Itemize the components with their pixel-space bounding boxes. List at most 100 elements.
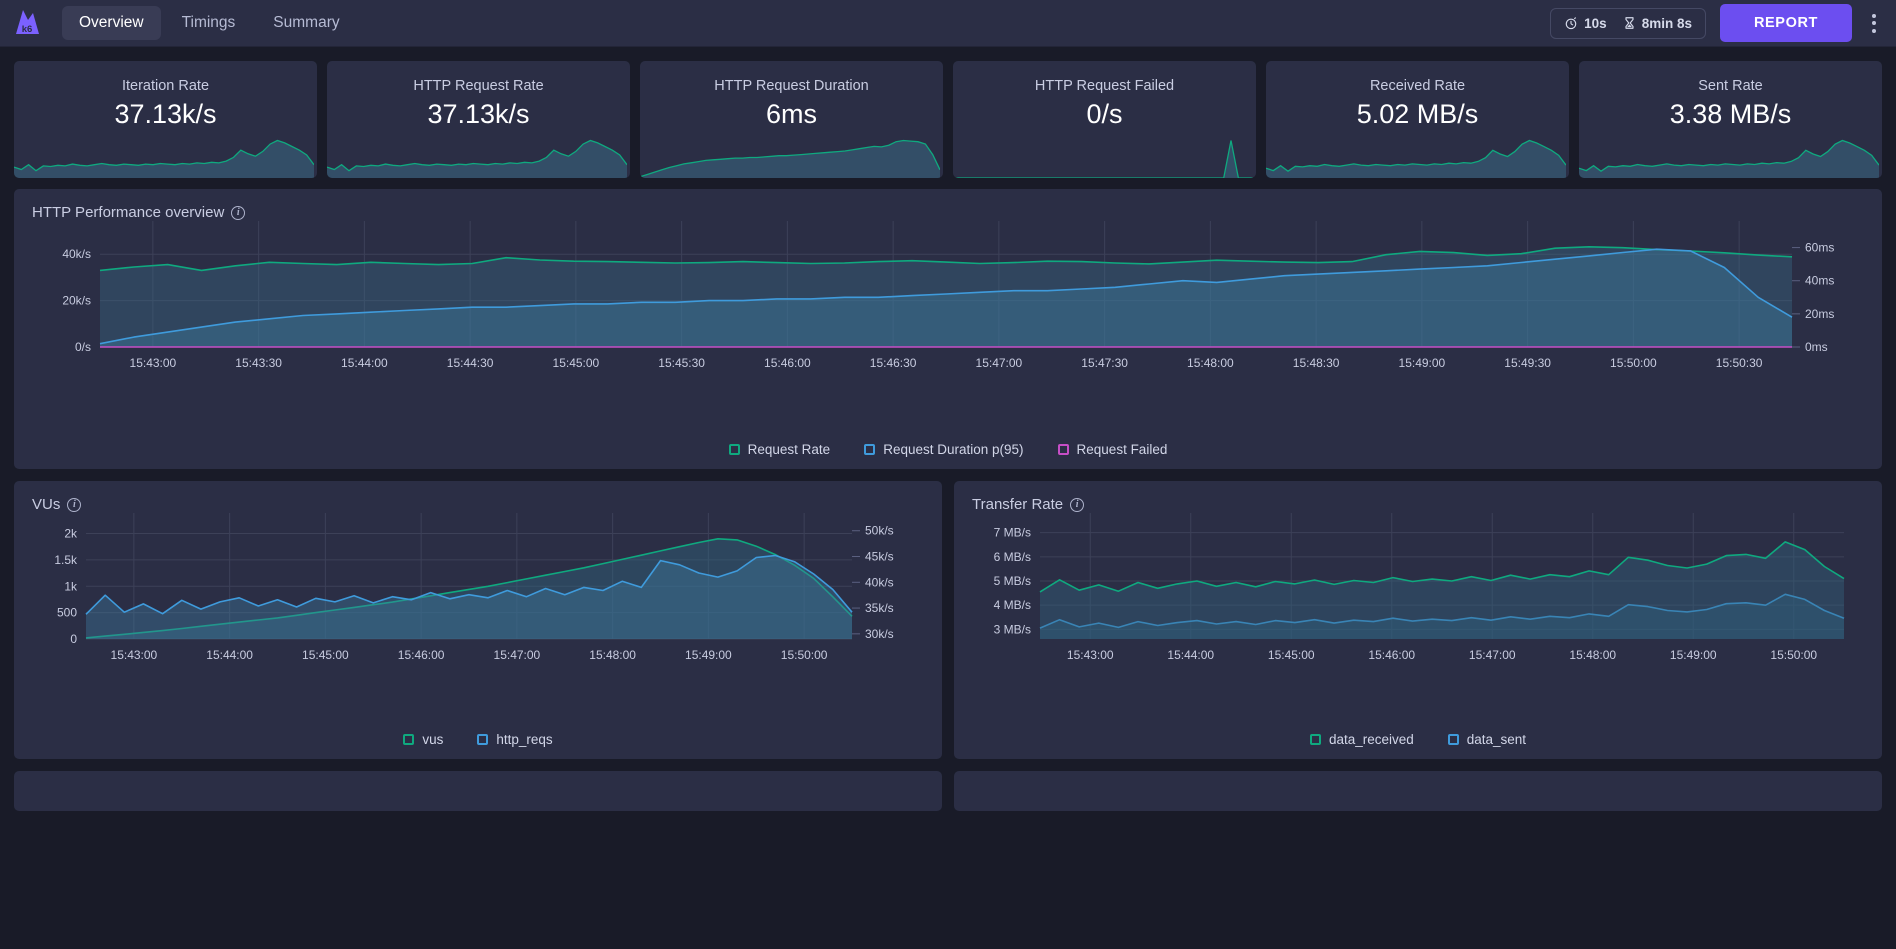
legend-label: Request Failed xyxy=(1076,442,1168,457)
legend-item-data-sent[interactable]: data_sent xyxy=(1447,732,1527,747)
panel-vus: VUs i 0 500 1k 1.5k 2k 30k/s 35k/s 40k/s 45k/s 50… xyxy=(14,481,942,759)
svg-text:15:47:30: 15:47:30 xyxy=(1081,356,1128,370)
svg-text:15:47:00: 15:47:00 xyxy=(494,648,541,662)
sparkline-iteration-rate xyxy=(14,139,314,178)
legend-swatch xyxy=(477,734,489,745)
legend-label: http_reqs xyxy=(496,732,553,747)
svg-text:60ms: 60ms xyxy=(1805,241,1834,255)
legend-label: Request Rate xyxy=(747,442,831,457)
sparkline-received-rate xyxy=(1266,139,1566,178)
stat-title: Received Rate xyxy=(1369,78,1466,94)
svg-text:15:49:00: 15:49:00 xyxy=(685,648,732,662)
legend-transfer-rate: data_received data_sent xyxy=(954,732,1882,747)
svg-text:1.5k: 1.5k xyxy=(54,553,78,567)
panel-http-performance-overview: HTTP Performance overview i 0/s 20k/s 40k/… xyxy=(14,189,1882,469)
hourglass-icon xyxy=(1625,17,1634,29)
svg-text:0: 0 xyxy=(70,632,77,646)
legend-item-request-duration-p95[interactable]: Request Duration p(95) xyxy=(864,442,1024,457)
stat-value: 5.02 MB/s xyxy=(1356,99,1479,129)
svg-text:0ms: 0ms xyxy=(1805,340,1828,354)
stat-card-http-request-failed[interactable]: HTTP Request Failed 0/s xyxy=(953,61,1256,178)
sparkline-http-request-rate xyxy=(327,139,627,178)
tab-summary[interactable]: Summary xyxy=(256,6,356,40)
legend-item-data-received[interactable]: data_received xyxy=(1309,732,1414,747)
elapsed-time[interactable]: 8min 8s xyxy=(1623,16,1692,31)
stat-card-sent-rate[interactable]: Sent Rate 3.38 MB/s xyxy=(1579,61,1882,178)
sparkline-http-request-duration xyxy=(640,139,940,178)
stat-value: 6ms xyxy=(765,99,817,129)
svg-text:30k/s: 30k/s xyxy=(865,627,894,641)
stat-card-http-request-rate[interactable]: HTTP Request Rate 37.13k/s xyxy=(327,61,630,178)
legend-swatch xyxy=(864,444,876,455)
kebab-menu-icon[interactable] xyxy=(1866,8,1882,39)
legend-swatch xyxy=(403,734,415,745)
legend-label: data_sent xyxy=(1466,732,1527,747)
top-bar-controls: 10s 8min 8s REPORT xyxy=(1550,4,1882,42)
svg-text:15:47:00: 15:47:00 xyxy=(976,356,1023,370)
svg-text:6 MB/s: 6 MB/s xyxy=(994,550,1031,564)
k6-dashboard: k6 Overview Timings Summary 10s 8min 8s … xyxy=(0,0,1896,949)
elapsed-time-label: 8min 8s xyxy=(1641,15,1692,31)
stat-value: 37.13k/s xyxy=(427,99,530,129)
chart-transfer-rate[interactable]: 3 MB/s 4 MB/s 5 MB/s 6 MB/s 7 MB/s 15:43:00 15… xyxy=(954,509,1874,714)
chart-http-performance-overview[interactable]: 0/s 20k/s 40k/s 0ms 20ms 40ms 60ms 15:43:00 15:4… xyxy=(14,217,1882,422)
panel-partial-left[interactable] xyxy=(14,771,942,811)
svg-text:5 MB/s: 5 MB/s xyxy=(994,574,1031,588)
refresh-interval[interactable]: 10s xyxy=(1564,16,1607,31)
legend-item-request-failed[interactable]: Request Failed xyxy=(1057,442,1168,457)
svg-text:40k/s: 40k/s xyxy=(865,575,894,589)
svg-text:35k/s: 35k/s xyxy=(865,601,894,615)
svg-text:4 MB/s: 4 MB/s xyxy=(994,598,1031,612)
svg-text:15:50:00: 15:50:00 xyxy=(1770,648,1817,662)
svg-text:15:49:00: 15:49:00 xyxy=(1399,356,1446,370)
legend-swatch xyxy=(1309,734,1321,745)
legend-swatch xyxy=(1057,444,1069,455)
stopwatch-icon xyxy=(1565,17,1577,30)
chart-vus[interactable]: 0 500 1k 1.5k 2k 30k/s 35k/s 40k/s 45k/s 50k/s 15:… xyxy=(14,509,934,714)
svg-text:20ms: 20ms xyxy=(1805,307,1834,321)
svg-text:7 MB/s: 7 MB/s xyxy=(994,526,1031,540)
svg-text:15:44:00: 15:44:00 xyxy=(1167,648,1214,662)
tab-timings[interactable]: Timings xyxy=(165,6,253,40)
svg-text:15:50:00: 15:50:00 xyxy=(781,648,828,662)
svg-text:15:49:00: 15:49:00 xyxy=(1670,648,1717,662)
stat-card-received-rate[interactable]: Received Rate 5.02 MB/s xyxy=(1266,61,1569,178)
svg-text:15:44:00: 15:44:00 xyxy=(206,648,253,662)
top-bar: k6 Overview Timings Summary 10s 8min 8s … xyxy=(0,0,1896,47)
stat-title: Sent Rate xyxy=(1698,78,1763,94)
svg-text:15:48:00: 15:48:00 xyxy=(1187,356,1234,370)
stat-title: HTTP Request Duration xyxy=(714,78,869,94)
stat-title: Iteration Rate xyxy=(121,78,210,94)
main-tabs: Overview Timings Summary xyxy=(62,6,357,40)
svg-text:15:48:00: 15:48:00 xyxy=(1569,648,1616,662)
legend-item-vus[interactable]: vus xyxy=(403,732,443,747)
stat-title: HTTP Request Rate xyxy=(413,78,544,94)
second-panel-row: VUs i 0 500 1k 1.5k 2k 30k/s 35k/s 40k/s 45k/s 50… xyxy=(14,481,1882,759)
stat-card-http-request-duration[interactable]: HTTP Request Duration 6ms xyxy=(640,61,943,178)
panel-partial-right[interactable] xyxy=(954,771,1882,811)
svg-text:15:45:30: 15:45:30 xyxy=(658,356,705,370)
stat-card-iteration-rate[interactable]: Iteration Rate 37.13k/s xyxy=(14,61,317,178)
tab-overview[interactable]: Overview xyxy=(62,6,161,40)
legend-vus: vus http_reqs xyxy=(14,732,942,747)
legend-label: data_received xyxy=(1328,732,1414,747)
stat-value: 37.13k/s xyxy=(114,99,217,129)
time-info-box: 10s 8min 8s xyxy=(1550,7,1706,39)
legend-item-request-rate[interactable]: Request Rate xyxy=(728,442,831,457)
svg-text:15:43:00: 15:43:00 xyxy=(1067,648,1114,662)
sparkline-sent-rate xyxy=(1579,139,1879,178)
svg-text:15:46:00: 15:46:00 xyxy=(764,356,811,370)
k6-logo-icon[interactable]: k6 xyxy=(10,6,44,40)
svg-text:k6: k6 xyxy=(22,24,33,35)
stat-cards-row: Iteration Rate 37.13k/s HTTP Request Rat… xyxy=(0,47,1896,178)
svg-text:15:43:00: 15:43:00 xyxy=(111,648,158,662)
svg-text:15:48:00: 15:48:00 xyxy=(589,648,636,662)
report-button[interactable]: REPORT xyxy=(1719,4,1852,42)
legend-item-http-reqs[interactable]: http_reqs xyxy=(477,732,553,747)
svg-text:15:43:30: 15:43:30 xyxy=(235,356,282,370)
svg-text:2k: 2k xyxy=(64,527,78,541)
svg-text:50k/s: 50k/s xyxy=(865,524,894,538)
sparkline-http-request-failed xyxy=(953,140,1253,178)
svg-text:3 MB/s: 3 MB/s xyxy=(994,622,1031,636)
third-panel-row xyxy=(14,771,1882,811)
